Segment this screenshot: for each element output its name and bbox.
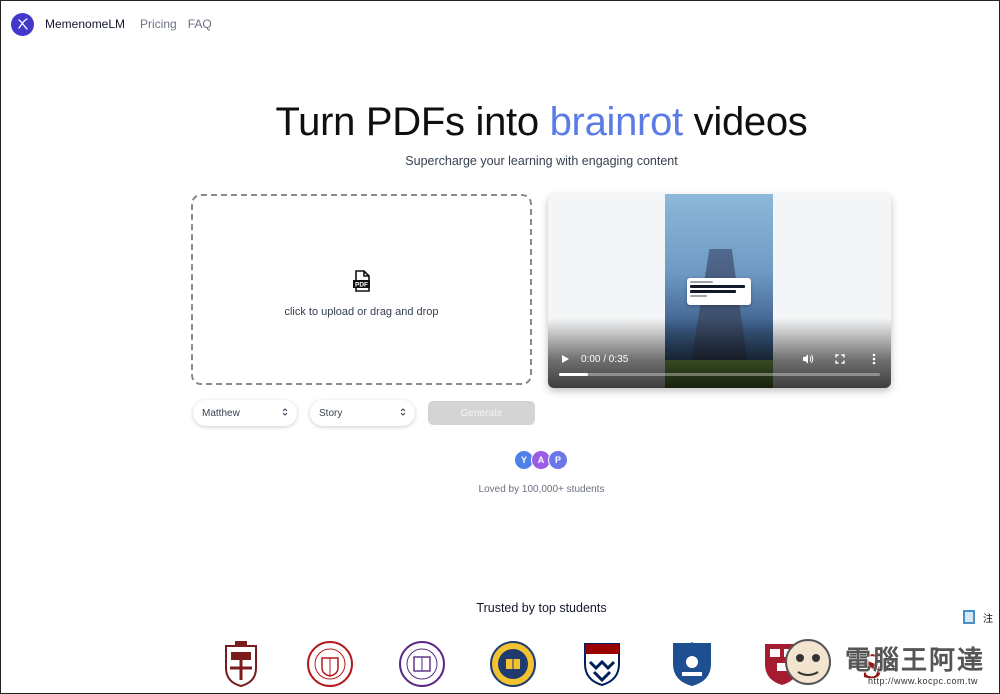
watermark-note: 注 <box>983 614 993 625</box>
play-icon[interactable] <box>558 352 572 366</box>
watermark-url: http://www.kocpc.com.tw <box>868 676 979 686</box>
pdf-file-icon: PDF <box>352 269 372 297</box>
northwestern-university-seal <box>399 641 445 687</box>
title-text-start: Turn PDFs into <box>275 100 550 144</box>
university-of-pennsylvania-shield <box>584 643 620 687</box>
chevron-up-down-icon <box>282 407 288 420</box>
columbia-university-shield <box>673 642 711 687</box>
more-options-icon[interactable] <box>869 352 879 366</box>
memenome-logo-icon[interactable] <box>11 12 34 36</box>
trusted-heading: Trusted by top students <box>476 601 607 615</box>
voice-select[interactable]: Matthew <box>193 400 297 426</box>
title-text-end: videos <box>682 100 808 144</box>
top-navigation: MemenomeLM Pricing FAQ <box>11 11 212 37</box>
page-title: Turn PDFs into brainrot videos <box>0 100 1000 145</box>
cornell-university-seal <box>307 641 353 687</box>
page-subtitle: Supercharge your learning with engaging … <box>405 154 678 168</box>
voice-select-value: Matthew <box>202 407 240 419</box>
style-select-value: Story <box>319 407 343 419</box>
watermark-book-icon <box>963 610 975 624</box>
style-select[interactable]: Story <box>310 400 415 426</box>
university-of-california-seal <box>490 641 536 687</box>
nav-link-pricing[interactable]: Pricing <box>140 17 177 31</box>
video-controls-bar: 0:00 / 0:35 <box>548 318 891 388</box>
demo-video-player[interactable]: 0:00 / 0:35 <box>548 194 891 388</box>
video-progress-bar[interactable] <box>559 373 880 376</box>
social-proof-text: Loved by 100,000+ students <box>478 484 605 495</box>
brown-university-seal <box>225 641 257 688</box>
nav-link-faq[interactable]: FAQ <box>188 17 212 31</box>
fullscreen-icon[interactable] <box>833 352 847 366</box>
svg-text:PDF: PDF <box>355 281 368 288</box>
pdf-upload-dropzone[interactable]: PDF click to upload or drag and drop <box>191 194 532 385</box>
student-avatars: Y A P <box>514 450 568 470</box>
video-time-display: 0:00 / 0:35 <box>581 354 629 365</box>
title-accent-word: brainrot <box>549 100 684 144</box>
watermark-site-name: 電腦王阿達 <box>845 646 986 676</box>
generate-button[interactable]: Generate <box>428 401 535 425</box>
avatar: P <box>548 450 568 470</box>
brand-name[interactable]: MemenomeLM <box>45 17 125 31</box>
video-progress-fill <box>559 373 588 376</box>
video-overlay-card <box>687 278 751 305</box>
chevron-up-down-icon <box>400 407 406 420</box>
upload-instructions: click to upload or drag and drop <box>284 305 439 318</box>
volume-icon[interactable] <box>801 352 815 366</box>
